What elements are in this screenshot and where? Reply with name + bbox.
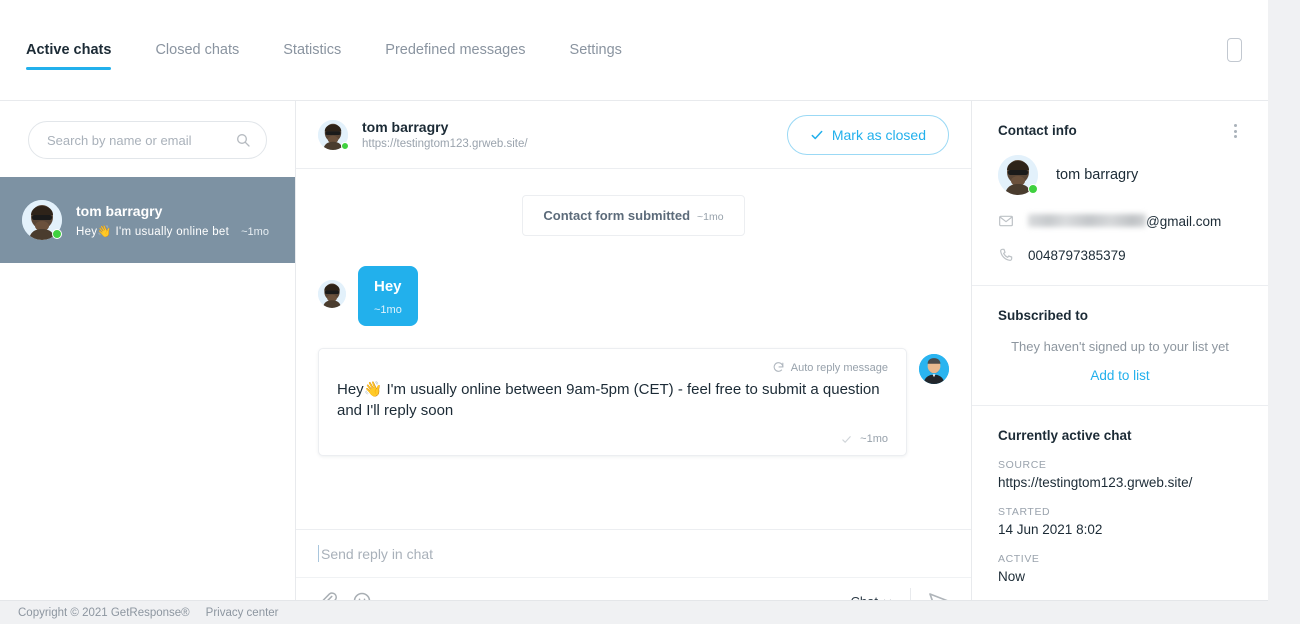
search-container (0, 101, 295, 177)
conversation-source-url: https://testingtom123.grweb.site/ (362, 138, 528, 150)
contact-email-row: ███████████ @gmail.com (998, 213, 1242, 229)
message-incoming: Hey ~1mo (318, 266, 949, 326)
list-item-preview: Hey👋 I'm usually online bet (76, 225, 230, 238)
envelope-icon (999, 215, 1013, 227)
footer-copyright: Copyright © 2021 GetResponse® (18, 606, 190, 619)
text-caret (318, 545, 319, 562)
message-thread: Contact form submitted ~1mo Hey ~1mo Aut… (296, 169, 971, 529)
avatar-wrapper (22, 200, 62, 240)
field-value: 14 Jun 2021 8:02 (998, 522, 1103, 537)
message-time: ~1mo (374, 304, 402, 316)
online-status-dot (1028, 184, 1038, 194)
tab-label: Statistics (283, 41, 342, 58)
message-tag-label: Auto reply message (790, 361, 888, 374)
app-root: Active chats Closed chats Statistics Pre… (0, 0, 1300, 624)
check-tick-icon (842, 436, 851, 443)
tab-closed-chats[interactable]: Closed chats (133, 43, 261, 58)
avatar-wrapper (998, 155, 1038, 195)
subscribed-to-title: Subscribed to (998, 308, 1089, 323)
field-active: ACTIVE Now (998, 553, 1242, 584)
tab-label: Active chats (26, 41, 112, 58)
field-source: SOURCE https://testingtom123.grweb.site/ (998, 459, 1242, 490)
contact-phone-row: 0048797385379 (998, 247, 1242, 263)
tab-statistics[interactable]: Statistics (261, 43, 363, 58)
list-item-subrow: Hey👋 I'm usually online bet ~1mo (76, 224, 279, 238)
list-item-name: tom barragry (76, 202, 163, 219)
phone-icon (1000, 248, 1013, 261)
online-status-dot (52, 229, 62, 239)
avatar (919, 354, 949, 384)
online-status-dot (341, 141, 349, 150)
message-bubble-incoming: Hey ~1mo (358, 266, 418, 326)
avatar-wrapper (318, 119, 349, 150)
conversation-contact-name: tom barragry (362, 119, 449, 135)
field-value: Now (998, 569, 1026, 584)
field-label: STARTED (998, 506, 1051, 518)
tab-settings[interactable]: Settings (548, 43, 644, 58)
conversation-header: tom barragry https://testingtom123.grweb… (296, 101, 971, 169)
message-text: Hey👋 I'm usually online between 9am-5pm … (337, 381, 880, 419)
top-navigation: Active chats Closed chats Statistics Pre… (0, 0, 1268, 101)
contact-person: tom barragry (998, 155, 1242, 195)
tab-bar: Active chats Closed chats Statistics Pre… (26, 41, 644, 70)
tab-active-chats[interactable]: Active chats (26, 41, 133, 70)
contact-phone: 0048797385379 (1028, 247, 1126, 263)
page-footer: Copyright © 2021 GetResponse® Privacy ce… (0, 600, 1268, 624)
list-item-text: tom barragry Hey👋 I'm usually online bet… (76, 203, 279, 238)
message-bubble-outgoing: Auto reply message Hey👋 I'm usually onli… (318, 348, 907, 457)
message-time: ~1mo (860, 433, 888, 446)
check-icon (811, 130, 823, 139)
contact-info-section: Contact info tom barragry @gmail.com 004… (972, 101, 1268, 286)
add-to-list-link[interactable]: Add to list (998, 368, 1242, 383)
chat-list-panel: tom barragry Hey👋 I'm usually online bet… (0, 101, 296, 624)
field-value: https://testingtom123.grweb.site/ (998, 475, 1193, 490)
currently-active-chat-title: Currently active chat (998, 428, 1132, 443)
currently-active-chat-section: Currently active chat SOURCE https://tes… (972, 406, 1268, 624)
system-event-time: ~1mo (697, 211, 724, 223)
field-label: ACTIVE (998, 553, 1040, 565)
reply-input[interactable] (321, 545, 949, 562)
mark-as-closed-button[interactable]: Mark as closed (786, 114, 949, 155)
contact-email-masked: ███████████ (1028, 213, 1146, 227)
contact-email-domain: @gmail.com (1146, 213, 1222, 229)
search-icon (237, 134, 250, 147)
field-label: SOURCE (998, 459, 1047, 471)
system-event-label: Contact form submitted (543, 208, 691, 223)
auto-reply-icon (773, 362, 784, 372)
top-navigation-actions (1227, 38, 1242, 62)
tab-label: Closed chats (155, 41, 240, 58)
avatar-photo (318, 280, 346, 308)
reply-input-row[interactable] (296, 530, 971, 578)
avatar-photo (919, 354, 949, 384)
tab-label: Predefined messages (385, 41, 526, 58)
tab-label: Settings (569, 41, 622, 58)
footer-privacy-center-link[interactable]: Privacy center (206, 607, 279, 619)
field-started: STARTED 14 Jun 2021 8:02 (998, 506, 1242, 537)
avatar (318, 280, 346, 308)
message-meta-row: ~1mo (337, 433, 888, 445)
list-item[interactable]: tom barragry Hey👋 I'm usually online bet… (0, 177, 295, 263)
search-input[interactable] (47, 132, 235, 148)
main-body: tom barragry Hey👋 I'm usually online bet… (0, 101, 1268, 624)
message-outgoing: Auto reply message Hey👋 I'm usually onli… (318, 348, 949, 457)
conversation-panel: tom barragry https://testingtom123.grweb… (296, 101, 972, 624)
subscribed-to-note: They haven't signed up to your list yet (1011, 339, 1229, 354)
tab-predefined-messages[interactable]: Predefined messages (363, 43, 547, 58)
contact-name: tom barragry (1056, 167, 1139, 183)
mobile-device-icon[interactable] (1227, 38, 1242, 62)
contact-info-panel: Contact info tom barragry @gmail.com 004… (972, 101, 1268, 624)
contact-info-header: Contact info (998, 123, 1242, 139)
mark-as-closed-label: Mark as closed (831, 126, 926, 143)
contact-info-title: Contact info (998, 123, 1077, 138)
page: Active chats Closed chats Statistics Pre… (0, 0, 1268, 624)
conversation-header-text: tom barragry https://testingtom123.grweb… (362, 119, 528, 150)
subscribed-to-section: Subscribed to They haven't signed up to … (972, 286, 1268, 406)
search-box[interactable] (28, 121, 267, 159)
system-event-badge: Contact form submitted ~1mo (522, 195, 745, 236)
message-text: Hey (374, 278, 402, 295)
right-gutter (1268, 0, 1300, 624)
kebab-menu-icon[interactable] (1228, 123, 1242, 139)
list-item-time: ~1mo (241, 225, 269, 238)
message-tag-row: Auto reply message (337, 361, 888, 374)
